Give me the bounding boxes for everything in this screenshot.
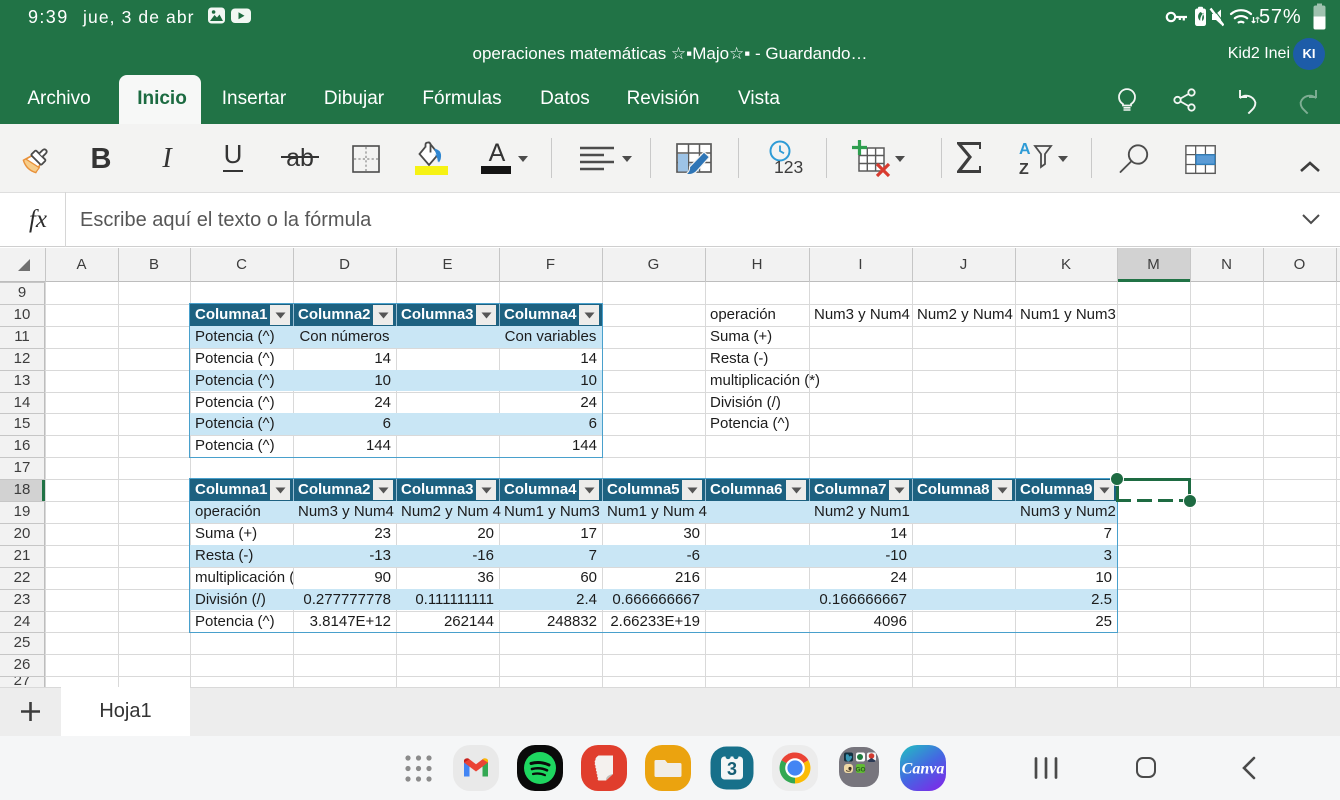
- svg-text:GO: GO: [855, 767, 865, 774]
- svg-text:Canva: Canva: [902, 761, 945, 778]
- svg-text:Z: Z: [1019, 161, 1029, 178]
- svg-text:3: 3: [727, 759, 737, 779]
- svg-text:A: A: [1019, 141, 1031, 158]
- svg-text:123: 123: [774, 157, 803, 177]
